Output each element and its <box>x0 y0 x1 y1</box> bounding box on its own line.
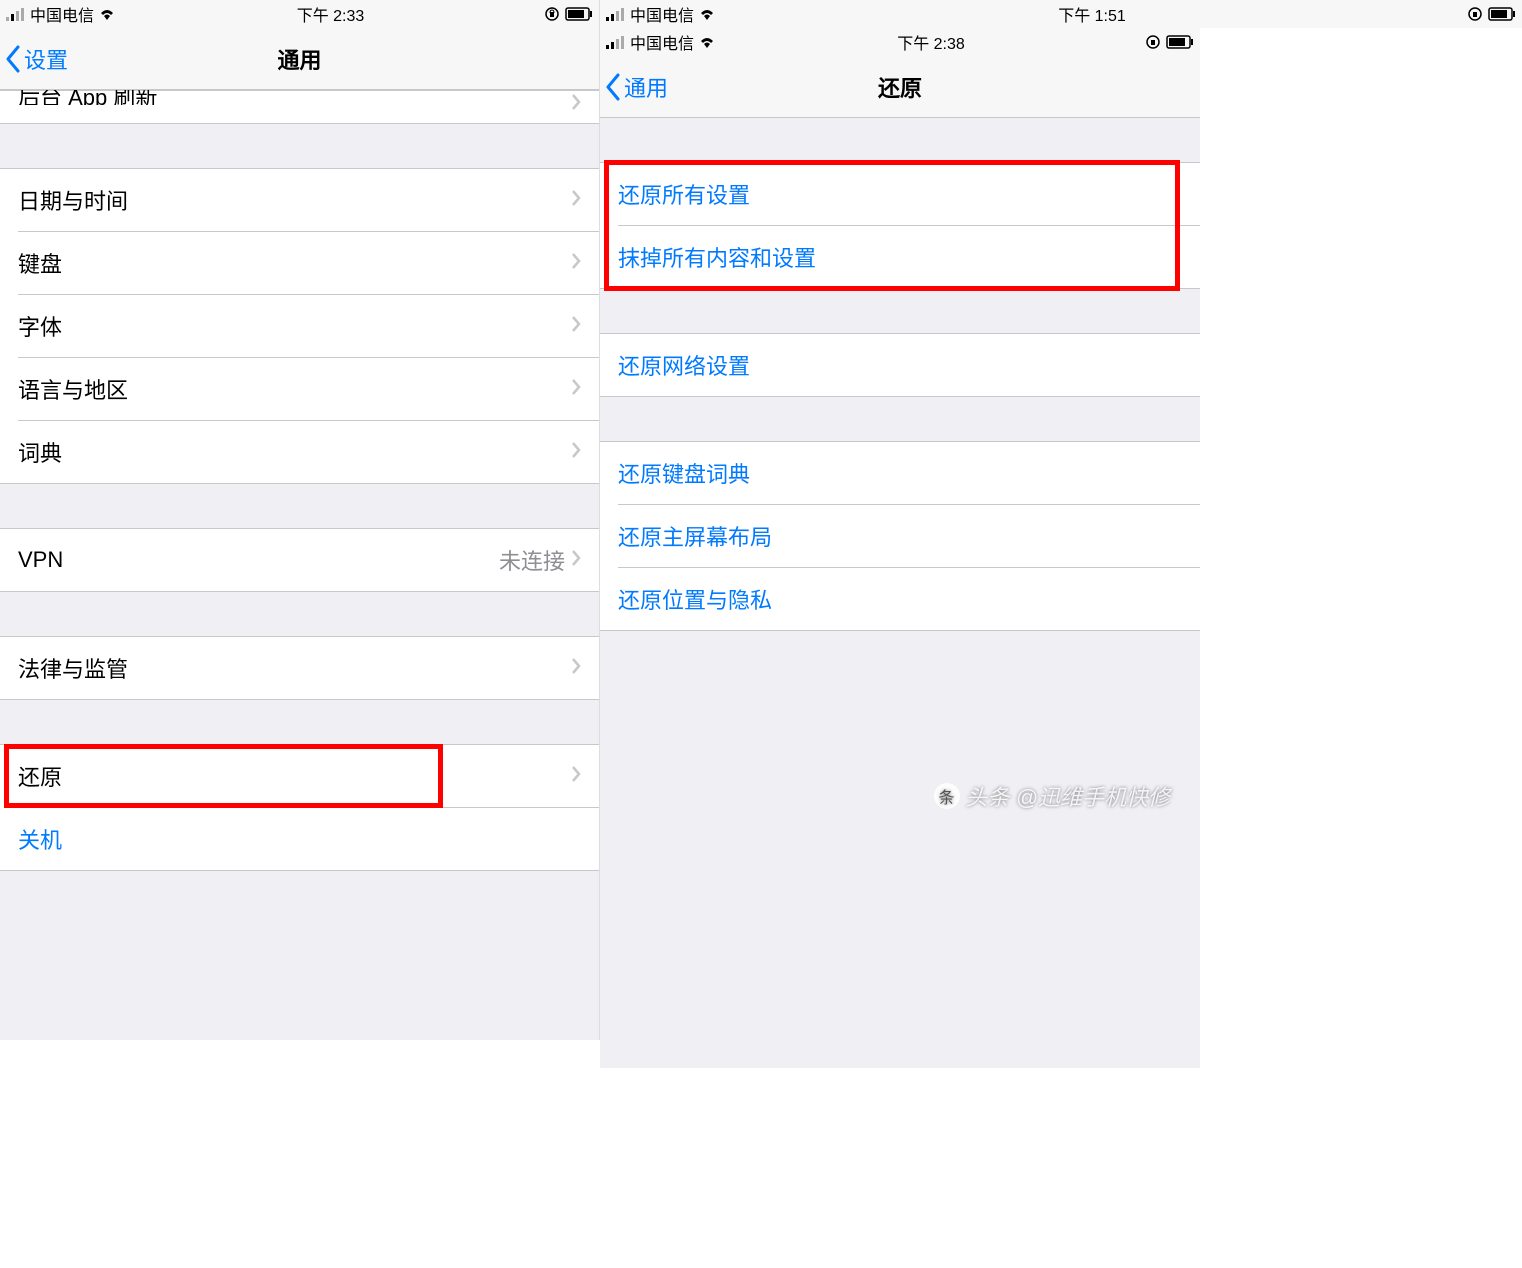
wifi-icon <box>698 7 716 21</box>
battery-icon <box>1166 35 1194 49</box>
carrier-label: 中国电信 <box>630 30 694 54</box>
signal-icon <box>606 7 626 21</box>
chevron-right-icon <box>571 376 581 402</box>
clock-label: 下午 1:51 <box>1058 2 1126 26</box>
lock-icon <box>1468 7 1482 21</box>
page-title: 还原 <box>878 71 922 103</box>
watermark-icon: 条 <box>934 783 960 809</box>
watermark-text: 头条 @迅维手机快修 <box>966 780 1170 812</box>
row-background-refresh[interactable]: 后台 App 刷新 <box>0 91 599 123</box>
row-label: 后台 App 刷新 <box>18 90 571 105</box>
row-reset-location-privacy[interactable]: 还原位置与隐私 <box>600 568 1200 630</box>
row-reset[interactable]: 还原 <box>0 745 599 807</box>
back-button[interactable]: 设置 <box>4 43 68 75</box>
watermark: 条 头条 @迅维手机快修 <box>934 780 1170 812</box>
clock-label: 下午 2:33 <box>297 2 365 26</box>
chevron-right-icon <box>571 439 581 465</box>
back-button[interactable]: 通用 <box>604 71 668 103</box>
row-vpn[interactable]: VPN 未连接 <box>0 529 599 591</box>
chevron-right-icon <box>571 763 581 789</box>
row-value: 未连接 <box>499 544 565 576</box>
row-reset-network[interactable]: 还原网络设置 <box>600 334 1200 396</box>
back-label: 设置 <box>24 43 68 75</box>
wifi-icon <box>98 7 116 21</box>
reset-list: 还原所有设置 抹掉所有内容和设置 还原网络设置 还原键盘词典 还原主屏幕布局 还… <box>600 118 1200 1068</box>
row-fonts[interactable]: 字体 <box>0 295 599 357</box>
back-label: 通用 <box>624 71 668 103</box>
lock-icon <box>1146 35 1160 49</box>
row-erase-all[interactable]: 抹掉所有内容和设置 <box>600 226 1200 288</box>
carrier-label: 中国电信 <box>630 2 694 26</box>
screen-general: 中国电信 下午 2:33 设置 通用 后台 App 刷新 日期与时间 键盘 <box>0 0 600 1040</box>
screen-reset: 中国电信 下午 2:38 通用 还原 还原所有设置 抹掉所有内容和设置 <box>600 28 1200 1068</box>
status-bar-outer: 中国电信 下午 1:51 <box>600 0 1522 28</box>
status-bar: 中国电信 下午 2:38 <box>600 28 1200 56</box>
nav-bar: 设置 通用 <box>0 28 599 90</box>
status-bar: 中国电信 下午 2:33 <box>0 0 599 28</box>
signal-icon <box>6 7 26 21</box>
page-title: 通用 <box>277 43 321 75</box>
chevron-right-icon <box>571 250 581 276</box>
row-shutdown[interactable]: 关机 <box>0 808 599 870</box>
lock-icon <box>545 7 559 21</box>
row-reset-keyboard-dict[interactable]: 还原键盘词典 <box>600 442 1200 504</box>
chevron-right-icon <box>571 655 581 681</box>
carrier-label: 中国电信 <box>30 2 94 26</box>
chevron-right-icon <box>571 313 581 339</box>
battery-icon <box>1488 7 1516 21</box>
row-language-region[interactable]: 语言与地区 <box>0 358 599 420</box>
row-legal[interactable]: 法律与监管 <box>0 637 599 699</box>
clock-label: 下午 2:38 <box>897 30 965 54</box>
chevron-right-icon <box>571 547 581 573</box>
row-reset-home-layout[interactable]: 还原主屏幕布局 <box>600 505 1200 567</box>
row-date-time[interactable]: 日期与时间 <box>0 169 599 231</box>
chevron-right-icon <box>571 91 581 117</box>
settings-list: 后台 App 刷新 日期与时间 键盘 字体 语言与地区 词典 VPN 未连接 <box>0 90 599 1040</box>
wifi-icon <box>698 35 716 49</box>
signal-icon <box>606 35 626 49</box>
row-dictionary[interactable]: 词典 <box>0 421 599 483</box>
battery-icon <box>565 7 593 21</box>
row-reset-all-settings[interactable]: 还原所有设置 <box>600 163 1200 225</box>
chevron-right-icon <box>571 187 581 213</box>
row-keyboard[interactable]: 键盘 <box>0 232 599 294</box>
nav-bar: 通用 还原 <box>600 56 1200 118</box>
